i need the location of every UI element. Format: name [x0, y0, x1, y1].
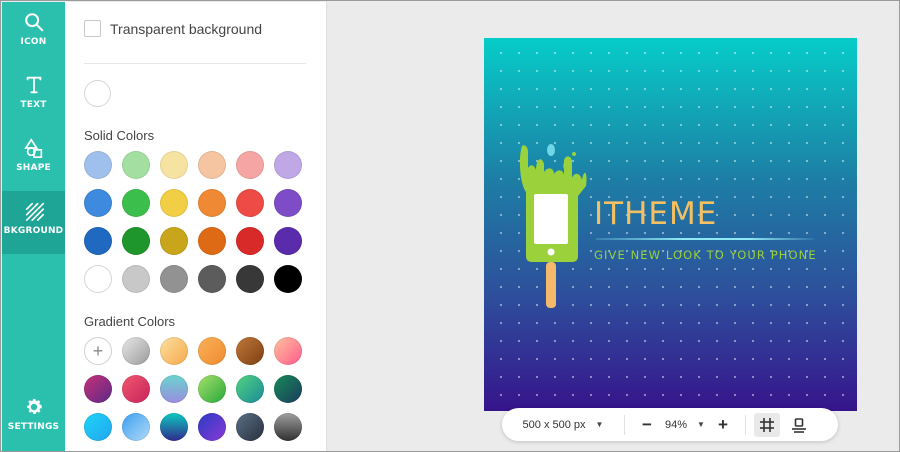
- search-icon: [24, 13, 43, 32]
- solid-color-swatch[interactable]: [198, 189, 226, 217]
- gradient-color-swatch[interactable]: [122, 337, 150, 365]
- tool-rail: ICON TEXT SHAPE BKGROUND SETTINGS: [2, 2, 65, 451]
- gradient-color-swatch[interactable]: [160, 413, 188, 441]
- transparent-background-checkbox[interactable]: [84, 20, 101, 37]
- rail-label: SHAPE: [16, 163, 51, 173]
- solid-color-swatch[interactable]: [160, 189, 188, 217]
- gradient-color-swatch[interactable]: [274, 337, 302, 365]
- solid-color-swatch[interactable]: [274, 265, 302, 293]
- shape-icon: [23, 138, 42, 158]
- transparent-background-label: Transparent background: [110, 20, 263, 37]
- zoom-dropdown[interactable]: 94% ▼: [665, 419, 705, 431]
- solid-color-swatch[interactable]: [122, 227, 150, 255]
- solid-color-swatch[interactable]: [160, 151, 188, 179]
- gradient-color-swatch[interactable]: [198, 375, 226, 403]
- canvas-toolbar: 500 x 500 px ▼ − 94% ▼ +: [502, 408, 838, 441]
- gradient-color-swatch[interactable]: [160, 337, 188, 365]
- gradient-color-swatch[interactable]: [122, 413, 150, 441]
- solid-color-swatch[interactable]: [274, 189, 302, 217]
- align-bottom-icon: [791, 417, 806, 433]
- zoom-value: 94%: [665, 418, 688, 431]
- solid-color-swatch[interactable]: [122, 151, 150, 179]
- zoom-in-button[interactable]: +: [709, 411, 737, 439]
- background-panel: Transparent background Solid Colors Grad…: [65, 2, 327, 451]
- toolbar-separator: [624, 414, 625, 435]
- gradient-color-swatch[interactable]: [236, 375, 264, 403]
- grid-icon: [759, 417, 774, 432]
- solid-colors-grid: [84, 151, 302, 293]
- gradient-color-swatch[interactable]: [122, 375, 150, 403]
- solid-color-swatch[interactable]: [198, 265, 226, 293]
- gradient-colors-grid: +: [84, 337, 302, 441]
- logo-brand-text: ITHEME: [594, 196, 718, 232]
- popsicle-phone-logo: [519, 144, 587, 308]
- add-gradient-button[interactable]: +: [84, 337, 112, 365]
- align-button[interactable]: [786, 413, 812, 437]
- solid-color-swatch[interactable]: [122, 265, 150, 293]
- gradient-colors-title: Gradient Colors: [84, 314, 176, 329]
- gradient-color-swatch[interactable]: [160, 375, 188, 403]
- tagline-underline: [596, 238, 814, 240]
- chevron-down-icon: ▼: [595, 420, 604, 429]
- solid-color-swatch[interactable]: [84, 151, 112, 179]
- gradient-color-swatch[interactable]: [236, 413, 264, 441]
- gradient-color-swatch[interactable]: [84, 413, 112, 441]
- custom-color-picker[interactable]: [84, 80, 111, 107]
- rail-label: ICON: [20, 37, 47, 47]
- solid-color-swatch[interactable]: [274, 151, 302, 179]
- zoom-out-button[interactable]: −: [633, 411, 661, 439]
- toolbar-separator: [744, 414, 746, 435]
- solid-color-swatch[interactable]: [84, 265, 112, 293]
- design-canvas[interactable]: ITHEME GIVE NEW LOOK TO YOUR PHONE: [484, 38, 857, 411]
- solid-color-swatch[interactable]: [236, 189, 264, 217]
- chevron-down-icon: ▼: [697, 420, 705, 429]
- solid-color-swatch[interactable]: [84, 227, 112, 255]
- canvas-size-dropdown[interactable]: 500 x 500 px ▼: [502, 419, 624, 431]
- solid-color-swatch[interactable]: [236, 151, 264, 179]
- gradient-color-swatch[interactable]: [236, 337, 264, 365]
- gradient-color-swatch[interactable]: [274, 375, 302, 403]
- rail-background-button[interactable]: BKGROUND: [2, 191, 65, 254]
- background-icon: [25, 202, 44, 221]
- rail-text-button[interactable]: TEXT: [2, 65, 65, 128]
- solid-color-swatch[interactable]: [198, 151, 226, 179]
- solid-color-swatch[interactable]: [122, 189, 150, 217]
- text-icon: [26, 76, 41, 94]
- transparent-background-toggle[interactable]: Transparent background: [84, 20, 262, 37]
- gradient-color-swatch[interactable]: [198, 413, 226, 441]
- solid-color-swatch[interactable]: [84, 189, 112, 217]
- grid-toggle-button[interactable]: [753, 412, 780, 437]
- solid-color-swatch[interactable]: [236, 227, 264, 255]
- rail-icon-button[interactable]: ICON: [2, 2, 65, 65]
- solid-colors-title: Solid Colors: [84, 128, 155, 143]
- editor-window: ICON TEXT SHAPE BKGROUND SETTINGS Transp…: [0, 0, 900, 452]
- solid-color-swatch[interactable]: [198, 227, 226, 255]
- gradient-color-swatch[interactable]: [84, 375, 112, 403]
- solid-color-swatch[interactable]: [236, 265, 264, 293]
- rail-shape-button[interactable]: SHAPE: [2, 128, 65, 191]
- rail-label: BKGROUND: [3, 226, 64, 236]
- rail-label: TEXT: [20, 100, 47, 110]
- gradient-color-swatch[interactable]: [198, 337, 226, 365]
- gradient-color-swatch[interactable]: [274, 413, 302, 441]
- rail-label: SETTINGS: [7, 422, 60, 432]
- solid-color-swatch[interactable]: [274, 227, 302, 255]
- rail-settings-button[interactable]: SETTINGS: [2, 387, 65, 450]
- solid-color-swatch[interactable]: [160, 265, 188, 293]
- canvas-size-value: 500 x 500 px: [522, 418, 586, 431]
- logo-tagline: GIVE NEW LOOK TO YOUR PHONE: [594, 248, 817, 262]
- solid-color-swatch[interactable]: [160, 227, 188, 255]
- settings-icon: [26, 398, 42, 415]
- divider: [84, 63, 306, 64]
